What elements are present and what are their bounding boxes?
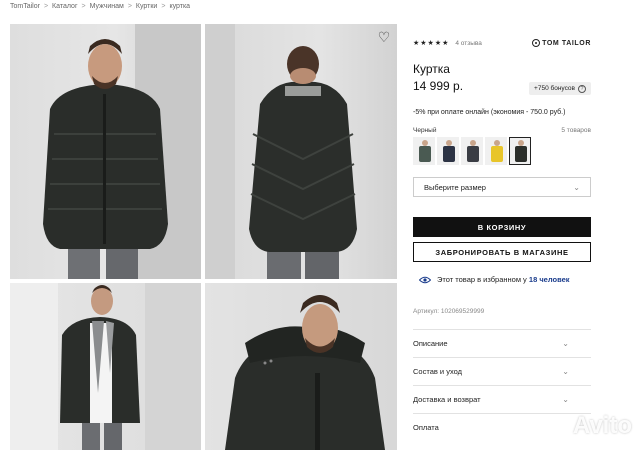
favorites-count: 18 человек (528, 275, 570, 284)
color-swatches (413, 137, 531, 165)
info-icon[interactable]: ? (578, 84, 586, 93)
rating-row: ★★★★★ 4 отзыва TOM TAILOR (413, 36, 591, 50)
breadcrumb-item-men[interactable]: Мужчинам (90, 3, 124, 10)
chevron-down-icon: ⌄ (562, 367, 569, 376)
chevron-down-icon: ⌄ (562, 339, 569, 348)
favorite-heart-icon[interactable]: ♡ (375, 28, 393, 46)
breadcrumb-separator: > (43, 3, 49, 10)
color-swatch-dark-grey[interactable] (461, 137, 483, 165)
reserve-in-store-button[interactable]: ЗАБРОНИРОВАТЬ В МАГАЗИНЕ (413, 242, 591, 262)
accordion-label: Оплата (413, 423, 439, 432)
breadcrumb-separator: > (81, 3, 86, 10)
product-photo-closeup[interactable] (205, 283, 397, 450)
bonus-badge: +750 бонусов ? (529, 82, 591, 95)
size-select-placeholder: Выберите размер (424, 182, 486, 192)
swatch-jacket (419, 146, 431, 162)
swatch-jacket (443, 146, 455, 162)
article-number: Артикул: 102069529999 (413, 308, 485, 315)
color-row: Черный 5 товаров (413, 127, 591, 134)
chevron-down-icon: ⌄ (562, 395, 569, 404)
accordion-label: Доставка и возврат (413, 395, 481, 404)
brand-name: TOM TAILOR (542, 39, 591, 47)
color-name: Черный (413, 127, 437, 134)
product-info-panel: ★★★★★ 4 отзыва TOM TAILOR Куртка 14 999 … (413, 36, 591, 432)
avito-logo-icon (547, 415, 570, 437)
breadcrumb-separator: > (161, 3, 166, 10)
reviews-link[interactable]: 4 отзыва (455, 40, 482, 47)
color-swatch-green[interactable] (413, 137, 435, 165)
product-gallery: ♡ (10, 24, 397, 450)
eye-icon (419, 276, 431, 283)
color-swatch-navy[interactable] (437, 137, 459, 165)
breadcrumb-item-tomtailor[interactable]: TomTailor (10, 3, 40, 10)
product-photo-open[interactable] (10, 283, 201, 450)
chevron-down-icon: ⌄ (573, 182, 580, 192)
breadcrumb-separator: > (127, 3, 132, 10)
avito-wordmark: Avito (572, 412, 632, 439)
online-payment-promo: -5% при оплате онлайн (экономия - 750.0 … (413, 109, 566, 116)
add-to-cart-button[interactable]: В КОРЗИНУ (413, 217, 591, 237)
accordion-delivery-returns[interactable]: Доставка и возврат ⌄ (413, 385, 591, 413)
accordion-label: Описание (413, 339, 448, 348)
swatch-jacket (467, 146, 479, 162)
breadcrumb: TomTailor > Каталог > Мужчинам > Куртки … (10, 3, 190, 10)
color-swatch-black[interactable] (509, 137, 531, 165)
brand-logo: TOM TAILOR (532, 39, 591, 47)
color-swatch-yellow[interactable] (485, 137, 507, 165)
breadcrumb-item-current: куртка (169, 3, 191, 10)
bonus-text: +750 бонусов (534, 85, 575, 92)
swatch-jacket (491, 146, 503, 162)
product-title: Куртка (413, 62, 450, 76)
size-select[interactable]: Выберите размер ⌄ (413, 177, 591, 197)
avito-watermark: Avito (547, 412, 632, 440)
product-price: 14 999 р. (413, 79, 464, 93)
items-count: 5 товаров (561, 127, 591, 134)
accordion-label: Состав и уход (413, 367, 462, 376)
brand-emblem-icon (532, 39, 541, 47)
accordion-description[interactable]: Описание ⌄ (413, 329, 591, 357)
accordion-composition-care[interactable]: Состав и уход ⌄ (413, 357, 591, 385)
favorites-info: Этот товар в избранном у 18 человек (419, 275, 570, 284)
breadcrumb-item-catalog[interactable]: Каталог (52, 3, 77, 10)
product-photo-back[interactable]: ♡ (205, 24, 397, 279)
product-photo-front[interactable] (10, 24, 201, 279)
favorites-text: Этот товар в избранном у 18 человек (437, 275, 570, 284)
rating-stars: ★★★★★ (413, 40, 450, 47)
breadcrumb-item-jackets[interactable]: Куртки (136, 3, 157, 10)
swatch-jacket (515, 146, 527, 162)
